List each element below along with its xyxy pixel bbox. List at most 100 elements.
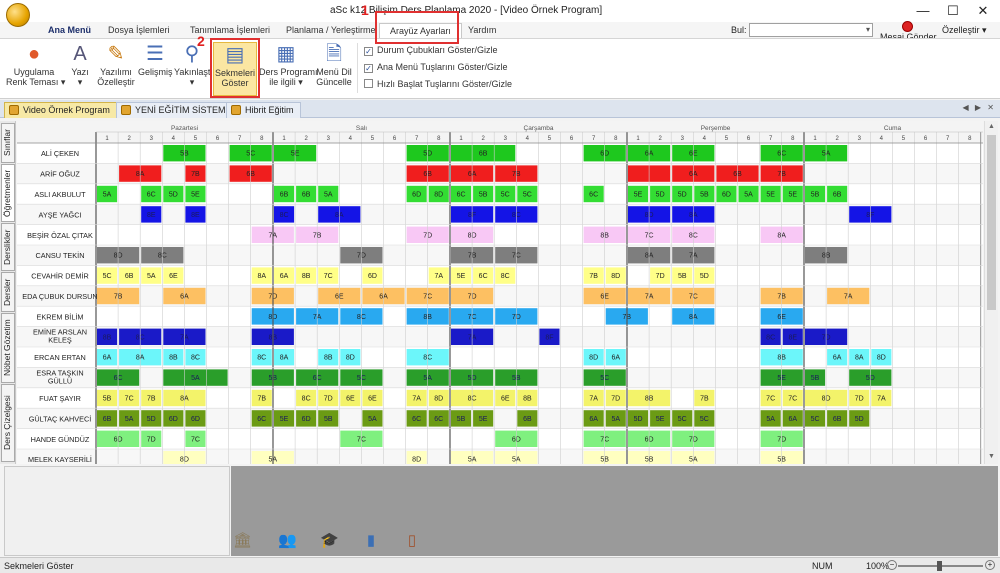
lesson-label: 6C xyxy=(479,273,488,280)
lesson-label: 6B xyxy=(833,192,842,199)
ribbon: ● Uygulama Renk Teması ▾ A Yazı ▾ ✎ Yazı… xyxy=(0,38,1000,99)
yazi-button[interactable]: A Yazı ▾ xyxy=(66,42,94,96)
menu-tab-dosya[interactable]: Dosya İşlemleri xyxy=(98,23,180,38)
lesson-label: 6C xyxy=(257,416,266,423)
lesson-label: 6D xyxy=(191,416,200,423)
lesson-label: 5E xyxy=(191,192,200,199)
lesson-label: 6C xyxy=(457,192,466,199)
vtab-siniflar[interactable]: Sınıflar xyxy=(1,123,15,163)
school-icon[interactable]: 🏛 xyxy=(233,532,252,550)
door-icon[interactable]: ▯ xyxy=(403,532,421,550)
annotation-number-2: 2 xyxy=(197,33,205,49)
document-tabs: Video Örnek Program YENİ EĞİTİM SİSTEMİ … xyxy=(0,100,1000,118)
lesson-label: 6B xyxy=(103,416,112,423)
ozellestir-menu[interactable]: Özelleştir ▾ xyxy=(942,25,987,36)
lesson-label: 5A xyxy=(125,416,134,423)
lesson-label: 8E xyxy=(191,212,200,219)
lesson-label: 6D xyxy=(169,416,178,423)
lesson-label: 5B xyxy=(811,192,820,199)
zoom-out-icon[interactable]: − xyxy=(887,560,897,570)
yazilimi-ozellestir-button[interactable]: ✎ Yazılımı Özelleştir xyxy=(96,42,136,96)
durum-cubuklari-checkbox[interactable]: ✓ Durum Çubukları Göster/Gizle xyxy=(364,45,498,56)
doc-tab-hibrit-egitim[interactable]: Hibrit Eğitim xyxy=(226,102,301,118)
teacher-icon[interactable]: 👥 xyxy=(278,532,297,550)
lesson-label: 5A xyxy=(766,416,775,423)
vertical-tabs: Sınıflar Öğretmenler Derslikler Dersler … xyxy=(0,121,16,464)
close-button[interactable]: ✕ xyxy=(968,1,998,21)
message-icon[interactable] xyxy=(902,21,913,32)
lesson-label: 5B xyxy=(479,192,488,199)
gelismis-button[interactable]: ☰ Gelişmiş xyxy=(138,42,173,96)
schedule-icon xyxy=(231,105,241,115)
teacher-name: ASLI AKBULUT xyxy=(34,190,86,199)
hizli-baslat-checkbox[interactable]: Hızlı Başlat Tuşlarını Göster/Gizle xyxy=(364,79,512,89)
lesson-label: 5A xyxy=(147,273,156,280)
day-header: Cuma xyxy=(884,125,902,132)
tools-icon: ✎ xyxy=(107,43,125,65)
annotation-box-1 xyxy=(375,11,459,44)
vtab-derslikler[interactable]: Derslikler xyxy=(1,223,15,271)
teacher-name: ALİ ÇEKEN xyxy=(41,149,79,158)
day-header: Salı xyxy=(356,125,367,132)
app-window: aSc k12 Bilişim Ders Planlama 2020 - [Vi… xyxy=(0,0,1000,573)
lesson-label: 5B xyxy=(678,273,687,280)
book-icon[interactable]: ▮ xyxy=(362,532,380,550)
lesson-label: 8C xyxy=(766,334,775,341)
vertical-scrollbar[interactable]: ▲ ▼ xyxy=(984,121,998,464)
lesson-label: 8D xyxy=(434,396,443,403)
lesson-label: 7C xyxy=(191,436,200,443)
menu-dil-guncelle-button[interactable]: 🗎 Menü Dil Güncelle xyxy=(314,42,354,96)
menu-tab-tanimlama[interactable]: Tanımlama İşlemleri xyxy=(180,23,280,38)
yakinlastir-button[interactable]: ⚲ Yakınlaştır ▾ xyxy=(174,42,216,96)
scroll-down-icon[interactable]: ▼ xyxy=(988,453,995,460)
lesson-label: 5C xyxy=(700,416,709,423)
annotation-box-2 xyxy=(210,38,260,98)
schedule-icon xyxy=(121,105,131,115)
lesson-label: 6A xyxy=(611,355,620,362)
search-combo[interactable] xyxy=(749,23,873,37)
graduation-cap-icon[interactable]: 🎓 xyxy=(320,532,339,550)
menu-tab-ana-menu[interactable]: Ana Menü xyxy=(38,23,101,38)
lesson-label: 6D xyxy=(722,192,731,199)
annotation-number-1: 1 xyxy=(361,2,369,18)
lesson-label: 6C xyxy=(589,192,598,199)
tab-scroll-arrows-icon[interactable]: ◀ ▶ ✕ xyxy=(963,103,996,112)
lesson-label: 8D xyxy=(346,355,355,362)
lesson-label: 6B xyxy=(280,192,289,199)
teacher-name: MELEK KAYSERİLİ xyxy=(28,455,92,464)
menu-tab-yardim[interactable]: Yardım xyxy=(458,23,506,38)
doc-tab-video-ornek[interactable]: Video Örnek Program xyxy=(4,102,117,118)
zoom-slider-thumb[interactable] xyxy=(937,561,942,571)
lesson-label: 7B xyxy=(700,396,709,403)
teacher-name: CANSU TEKİN xyxy=(36,251,85,260)
lesson-label: 5D xyxy=(634,416,643,423)
ana-menu-tuslari-checkbox[interactable]: ✓ Ana Menü Tuşlarını Göster/Gizle xyxy=(364,62,508,73)
lesson-label: 8B xyxy=(523,396,532,403)
scroll-up-icon[interactable]: ▲ xyxy=(988,123,995,130)
menu-tab-planlama[interactable]: Planlama / Yerleştirme xyxy=(276,23,386,38)
lesson-label: 6D xyxy=(368,273,377,280)
lesson-label: 6E xyxy=(169,273,178,280)
lesson-label: 8C xyxy=(191,355,200,362)
zoom-in-icon[interactable]: + xyxy=(985,560,995,570)
lesson-label: 7D xyxy=(147,436,156,443)
lesson-label: 7B xyxy=(257,396,266,403)
doc-tab-yeni-egitim[interactable]: YENİ EĞİTİM SİSTEMİ xyxy=(116,102,236,118)
vtab-ders-cizelgesi[interactable]: Ders Çizelgesi xyxy=(1,384,15,462)
lesson-label: 5C xyxy=(523,192,532,199)
timetable-grid[interactable]: Pazartesi 1 2 3 4 5 6 7 8 Salı 1 2 3 4 5 6 7 8 Çarşamba 1 2 3… xyxy=(17,121,983,464)
vtab-ogretmenler[interactable]: Öğretmenler xyxy=(1,164,15,222)
vtab-dersler[interactable]: Dersler xyxy=(1,272,15,312)
app-logo-icon[interactable] xyxy=(6,3,30,27)
maximize-button[interactable]: ☐ xyxy=(938,1,968,21)
scroll-thumb[interactable] xyxy=(987,135,996,310)
renk-temasi-button[interactable]: ● Uygulama Renk Teması ▾ xyxy=(6,42,65,96)
lesson-label: 8C xyxy=(501,273,510,280)
ders-programi-button[interactable]: ▦ Ders Programı ile ilgili ▾ xyxy=(259,42,318,96)
lesson-label: 8D xyxy=(877,355,886,362)
ribbon-separator xyxy=(357,43,358,93)
minimize-button[interactable]: — xyxy=(908,1,938,21)
vtab-nobet-gozetim[interactable]: Nöbet Gözetim xyxy=(1,313,15,383)
lesson-label: 5E xyxy=(634,192,643,199)
teacher-name: EKREM BİLİM xyxy=(36,312,83,321)
